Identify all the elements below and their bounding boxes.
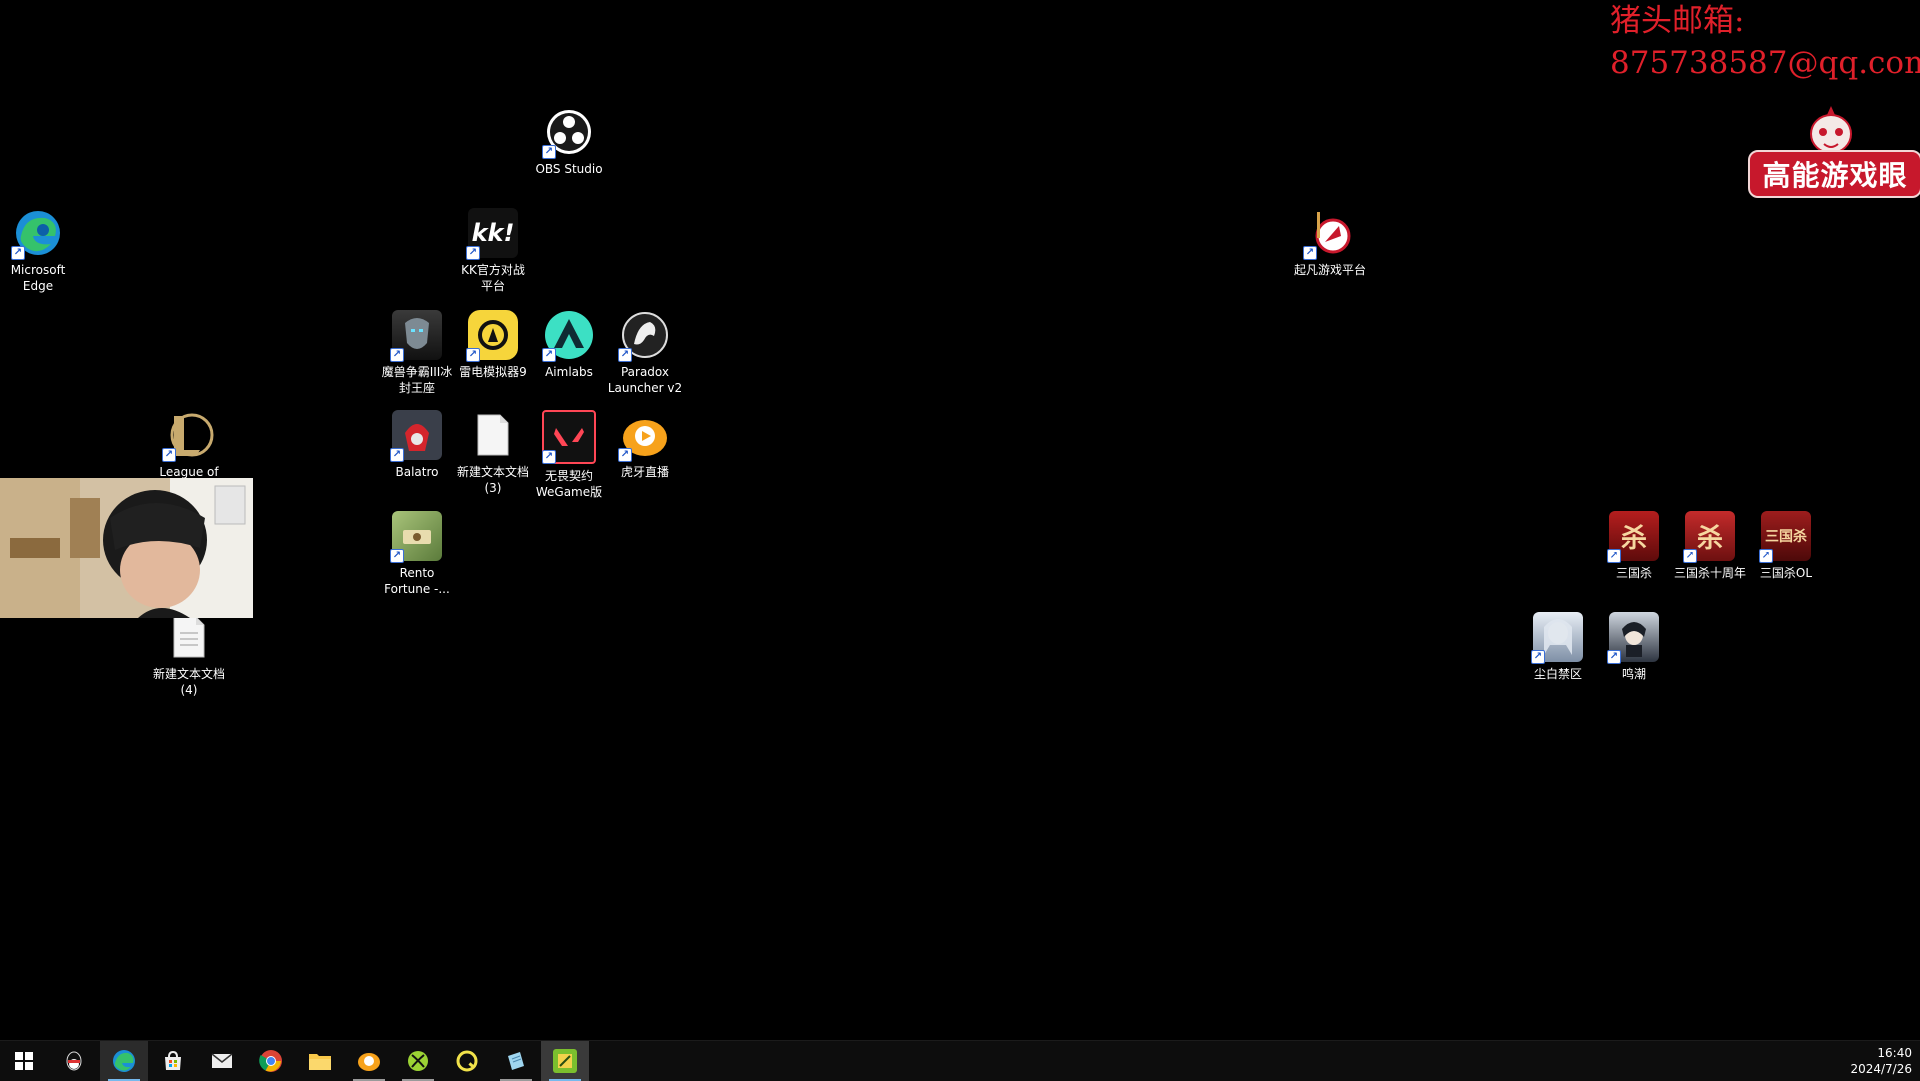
desktop-icon-huya[interactable]: ↗ 虎牙直播 xyxy=(603,410,687,480)
notepad-icon xyxy=(508,1052,524,1070)
watermark-email: 猪头邮箱: 875738587@qq.com xyxy=(1610,0,1920,84)
folder-icon xyxy=(309,1054,331,1070)
store-icon xyxy=(165,1050,181,1070)
desktop-icon-mingchao[interactable]: ↗ 鸣潮 xyxy=(1592,612,1676,682)
text-file-icon xyxy=(468,410,518,460)
taskbar-qq[interactable] xyxy=(50,1041,98,1081)
balatro-icon: ↗ xyxy=(390,410,442,462)
huya-icon xyxy=(358,1053,380,1071)
sanguosha-ol-icon: 三国杀 ↗ xyxy=(1759,511,1811,563)
text-file-icon xyxy=(164,612,214,662)
desktop-icon-valorant[interactable]: ↗ 无畏契约 WeGame版 xyxy=(527,410,611,500)
aimlabs-icon: ↗ xyxy=(542,310,594,362)
taskbar-huya[interactable] xyxy=(345,1041,393,1081)
icon-label: 魔兽争霸III冰 封王座 xyxy=(381,365,453,395)
xbox-icon xyxy=(408,1051,428,1071)
taskbar-notepad[interactable] xyxy=(492,1041,540,1081)
taskbar-xbox[interactable] xyxy=(394,1041,442,1081)
icon-label: Paradox Launcher v2 xyxy=(607,365,683,395)
mingchao-icon: ↗ xyxy=(1607,612,1659,664)
desktop-icon-obs[interactable]: ↗ OBS Studio xyxy=(527,107,611,177)
icon-label: OBS Studio xyxy=(535,162,603,176)
desktop-icon-lol[interactable]: ↗ League of xyxy=(147,410,231,480)
brand-logo: 高能游戏眼 xyxy=(1748,150,1920,198)
edge-icon: ↗ xyxy=(11,208,63,260)
paradox-icon: ↗ xyxy=(618,310,670,362)
icon-label: Aimlabs xyxy=(545,365,593,379)
warcraft-icon: ↗ xyxy=(390,310,442,362)
leidian-icon: ↗ xyxy=(466,310,518,362)
start-button[interactable] xyxy=(0,1041,48,1081)
desktop-icon-qifan[interactable]: ↗ 起凡游戏平台 xyxy=(1288,208,1372,278)
q-circle-icon xyxy=(456,1050,478,1072)
desktop-icon-rento[interactable]: ↗ Rento Fortune -... xyxy=(375,511,459,597)
taskbar-mail[interactable] xyxy=(198,1041,246,1081)
icon-label: Microsoft Edge xyxy=(10,263,66,293)
watermark-line1: 猪头邮箱: xyxy=(1610,3,1745,39)
qifan-icon: ↗ xyxy=(1303,208,1355,260)
icon-label: 三国杀十周年 xyxy=(1673,566,1746,580)
icon-label: KK官方对战 平台 xyxy=(461,263,525,293)
taskbar-edge[interactable] xyxy=(100,1041,148,1081)
icon-label: 新建文本文档 (4) xyxy=(152,667,225,697)
desktop-icon-sanguosha[interactable]: 杀 ↗ 三国杀 xyxy=(1592,511,1676,581)
icon-label: 新建文本文档 (3) xyxy=(456,465,529,495)
desktop-icon-aimlabs[interactable]: ↗ Aimlabs xyxy=(527,310,611,380)
obs-icon: ↗ xyxy=(542,107,594,159)
clock-date: 2024/7/26 xyxy=(1850,1062,1912,1076)
webcam-video xyxy=(0,478,253,618)
rento-icon xyxy=(553,1049,577,1073)
icon-label: Balatro xyxy=(395,465,439,479)
desktop-icon-sanguosha-ol[interactable]: 三国杀 ↗ 三国杀OL xyxy=(1744,511,1828,581)
chrome-icon xyxy=(259,1050,282,1072)
icon-label: 三国杀OL xyxy=(1759,566,1813,580)
desktop-icon-paradox[interactable]: ↗ Paradox Launcher v2 xyxy=(603,310,687,396)
icon-label: 无畏契约 WeGame版 xyxy=(535,469,603,499)
taskbar-rento[interactable] xyxy=(541,1041,589,1081)
chenbai-icon: ↗ xyxy=(1531,612,1583,664)
taskbar-store[interactable] xyxy=(149,1041,197,1081)
desktop-icon-leidian[interactable]: ↗ 雷电模拟器9 xyxy=(451,310,535,380)
sanguosha-icon: 杀 ↗ xyxy=(1607,511,1659,563)
webcam-overlay xyxy=(0,478,253,618)
desktop-icon-kk[interactable]: kk! ↗ KK官方对战 平台 xyxy=(451,208,535,294)
sanguosha-10th-icon: 杀 ↗ xyxy=(1683,511,1735,563)
windows-start-icon xyxy=(15,1052,33,1070)
desktop-icon-warcraft[interactable]: ↗ 魔兽争霸III冰 封王座 xyxy=(375,310,459,396)
kk-icon: kk! ↗ xyxy=(466,208,518,260)
system-clock[interactable]: 16:40 2024/7/26 xyxy=(1850,1045,1912,1077)
huya-icon: ↗ xyxy=(618,410,670,462)
desktop-icon-text4[interactable]: 新建文本文档 (4) xyxy=(147,612,231,698)
qq-penguin-icon xyxy=(66,1051,82,1071)
icon-label: 尘白禁区 xyxy=(1533,667,1582,681)
taskbar: 16:40 2024/7/26 xyxy=(0,1040,1920,1081)
icon-label: 鸣潮 xyxy=(1621,667,1646,681)
icon-label: 三国杀 xyxy=(1615,566,1652,580)
mascot-icon xyxy=(1810,106,1852,154)
icon-label: 虎牙直播 xyxy=(620,465,669,479)
taskbar-app-q[interactable] xyxy=(443,1041,491,1081)
desktop-icon-balatro[interactable]: ↗ Balatro xyxy=(375,410,459,480)
lol-icon: ↗ xyxy=(162,410,214,462)
icon-label: 起凡游戏平台 xyxy=(1293,263,1366,277)
taskbar-explorer[interactable] xyxy=(296,1041,344,1081)
icon-label: Rento Fortune -... xyxy=(384,566,450,596)
clock-time: 16:40 xyxy=(1877,1046,1912,1060)
desktop-icon-edge[interactable]: ↗ Microsoft Edge xyxy=(0,208,80,294)
edge-icon xyxy=(113,1050,135,1072)
desktop-icon-sanguosha-10th[interactable]: 杀 ↗ 三国杀十周年 xyxy=(1668,511,1752,581)
taskbar-chrome[interactable] xyxy=(247,1041,295,1081)
watermark-line2: 875738587@qq.com xyxy=(1610,45,1920,81)
desktop-icon-chenbai[interactable]: ↗ 尘白禁区 xyxy=(1516,612,1600,682)
desktop-icon-text3[interactable]: 新建文本文档 (3) xyxy=(451,410,535,496)
mail-icon xyxy=(211,1053,233,1068)
rento-icon: ↗ xyxy=(390,511,442,563)
icon-label: 雷电模拟器9 xyxy=(459,365,527,379)
valorant-icon: ↗ xyxy=(542,410,596,464)
